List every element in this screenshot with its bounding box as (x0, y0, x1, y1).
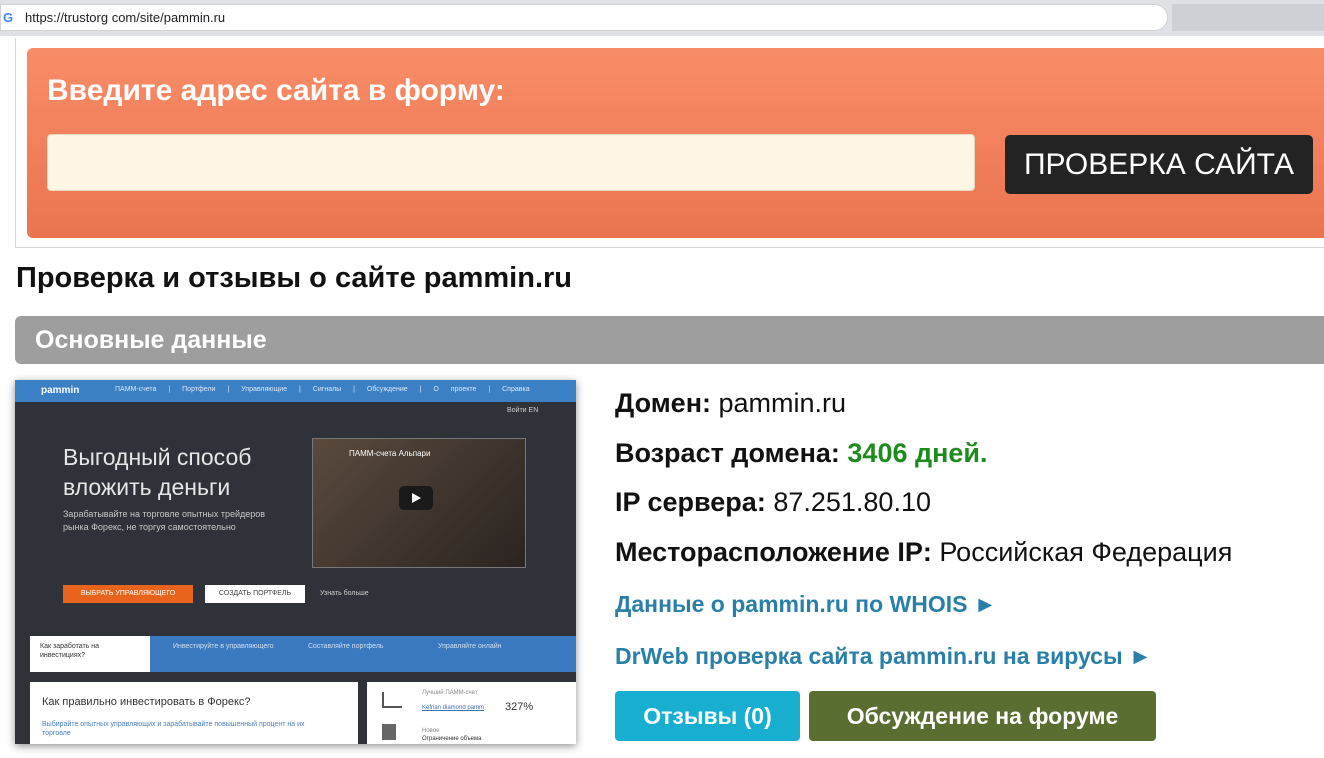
thumb-tab: Инвестируйте в управляющего (173, 643, 274, 650)
thumb-side-text2: Ограничение объема (422, 736, 482, 742)
thumb-login: Войти EN (507, 407, 539, 414)
thumb-menu: ПАММ-счета | Портфели | Управляющие | Си… (115, 386, 530, 393)
domain-age-value: 3406 дней. (847, 438, 988, 468)
thumb-card-text: Выбирайте опытных управляющих и зарабаты… (42, 721, 305, 737)
page-title: Проверка и отзывы о сайте pammin.ru (16, 262, 573, 294)
ip-location-label: Месторасположение IP: (615, 537, 932, 567)
thumb-tabs: Как заработать на инвестициях? Инвестиру… (30, 636, 576, 672)
domain-age-row: Возраст домена: 3406 дней. (615, 438, 988, 469)
thumb-logo: pammin (41, 385, 80, 396)
thumb-headline-line1: Выгодный способ (63, 444, 252, 470)
thumb-card: Как правильно инвестировать в Форекс? Вы… (30, 682, 358, 744)
check-site-button[interactable]: ПРОВЕРКА САЙТА (1005, 135, 1313, 194)
section-title: Основные данные (35, 326, 267, 354)
thumb-tab: Как заработать на инвестициях? (30, 636, 150, 672)
site-url-input[interactable] (47, 134, 975, 191)
forum-discussion-button[interactable]: Обсуждение на форуме (809, 691, 1156, 741)
google-g-icon: G (3, 10, 14, 25)
domain-row: Домен: pammin.ru (615, 388, 846, 419)
thumb-tab: Составляйте портфель (308, 643, 384, 650)
domain-value: pammin.ru (718, 388, 847, 418)
thumb-primary-button: ВЫБРАТЬ УПРАВЛЯЮЩЕГО (63, 585, 193, 603)
thumb-tab: Управляйте онлайн (438, 643, 502, 650)
url-bar[interactable]: G https://trustorg com/site/pammin.ru (0, 4, 1168, 31)
browser-address-bar: G https://trustorg com/site/pammin.ru (0, 0, 1324, 36)
thumb-video: ПАММ-счета Альпари (312, 438, 526, 568)
ip-location-row: Месторасположение IP: Российская Федерац… (615, 537, 1232, 568)
thumb-sidebar: Лучший ПАММ-счет Kefrian diamond pamm 32… (367, 682, 576, 744)
domain-age-label: Возраст домена: (615, 438, 840, 468)
whois-link[interactable]: Данные о pammin.ru по WHOIS ► (615, 591, 997, 618)
play-icon (399, 486, 433, 510)
thumb-side-link: Kefrian diamond pamm (422, 705, 485, 711)
domain-label: Домен: (615, 388, 711, 418)
thumb-headline: Выгодный способ вложить деньги (63, 442, 251, 502)
site-screenshot: pammin ПАММ-счета | Портфели | Управляющ… (15, 380, 576, 744)
section-header: Основные данные (15, 316, 1324, 364)
browser-toolbar-area (1172, 4, 1324, 31)
server-ip-value: 87.251.80.10 (773, 487, 931, 517)
form-label: Введите адрес сайта в форму: (47, 74, 505, 107)
thumb-headline-line2: вложить деньги (63, 474, 231, 500)
thumb-subtext: Зарабатывайте на торговле опытных трейде… (63, 509, 266, 532)
thumb-video-title: ПАММ-счета Альпари (349, 449, 431, 458)
thumb-secondary-button: СОЗДАТЬ ПОРТФЕЛЬ (205, 585, 305, 603)
thumb-side-percent: 327% (505, 701, 534, 713)
thumb-side-label: Лучший ПАММ-счет (422, 690, 478, 696)
site-check-form: Введите адрес сайта в форму: ПРОВЕРКА СА… (27, 48, 1324, 238)
server-ip-row: IP сервера: 87.251.80.10 (615, 487, 931, 518)
drweb-link[interactable]: DrWeb проверка сайта pammin.ru на вирусы… (615, 643, 1152, 670)
chart-icon (382, 692, 402, 708)
server-ip-label: IP сервера: (615, 487, 766, 517)
thumb-navbar: pammin ПАММ-счета | Портфели | Управляющ… (15, 380, 576, 402)
document-icon (382, 724, 396, 740)
thumb-card-title: Как правильно инвестировать в Форекс? (42, 696, 251, 708)
thumb-more-link: Узнать больше (320, 590, 369, 597)
ip-location-value: Российская Федерация (939, 537, 1233, 567)
url-text[interactable]: https://trustorg com/site/pammin.ru (25, 10, 225, 25)
thumb-side-label2: Новое (422, 728, 440, 734)
reviews-button[interactable]: Отзывы (0) (615, 691, 800, 741)
